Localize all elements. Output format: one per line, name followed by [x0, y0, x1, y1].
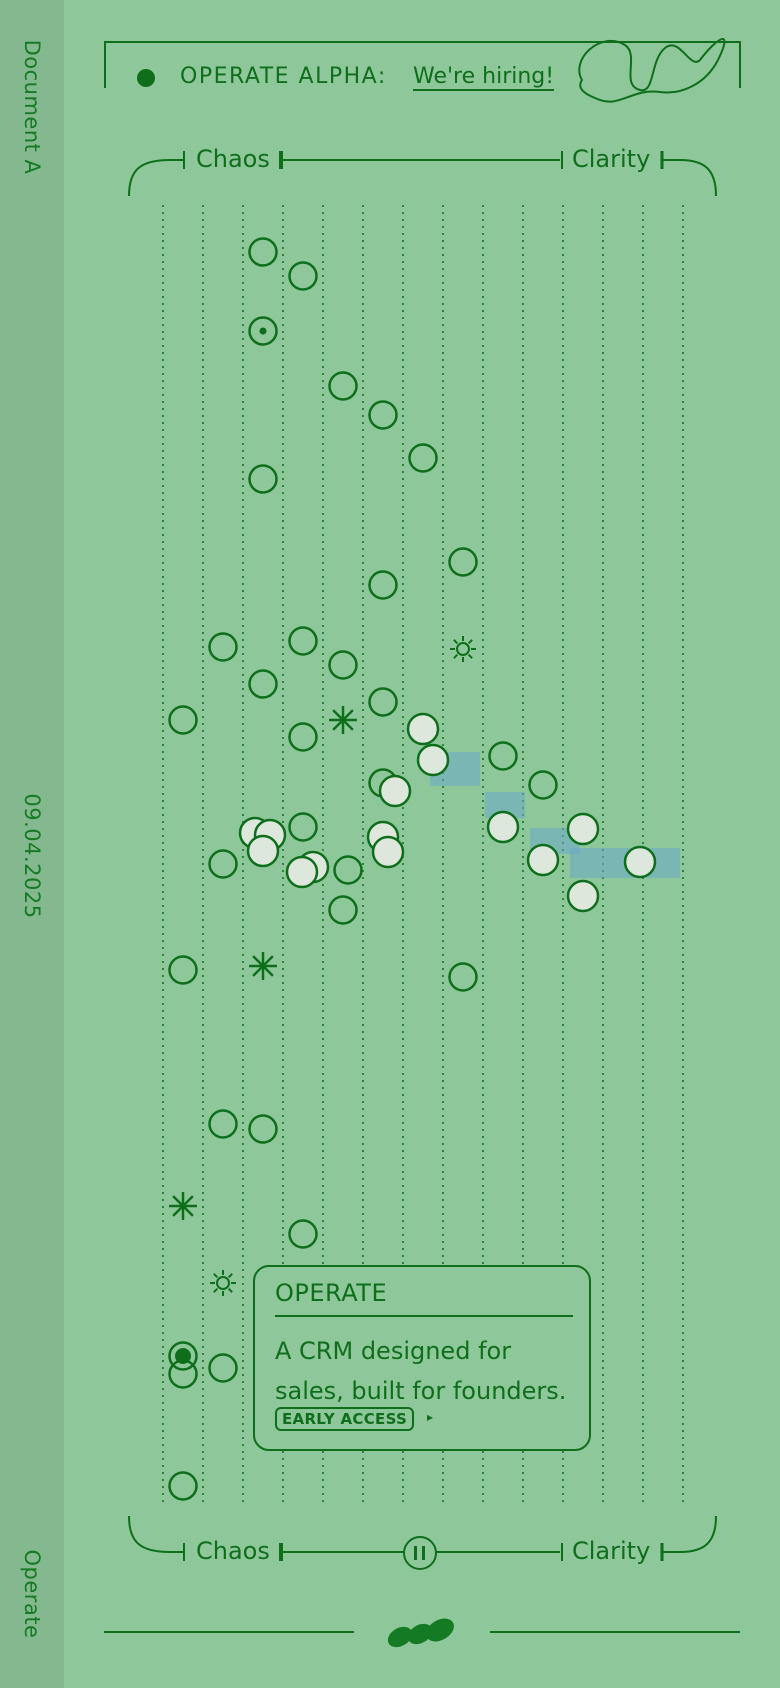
- marker-circle: [486, 810, 520, 844]
- status-dot: [137, 69, 155, 87]
- asterisk-icon: [249, 952, 277, 980]
- marker-circle: [288, 722, 318, 752]
- bottom-chaos-label: Chaos: [192, 1537, 274, 1565]
- card-title: OPERATE: [275, 1279, 573, 1317]
- pause-icon-bar: [422, 1546, 425, 1560]
- footer-logo-icon: [387, 1618, 454, 1648]
- card-description: A CRM designed for sales, built for foun…: [275, 1337, 567, 1405]
- marker-circle: [168, 1471, 198, 1501]
- marker-circle: [288, 261, 318, 291]
- top-clarity-label: Clarity: [568, 145, 655, 173]
- early-access-button[interactable]: EARLY ACCESS: [275, 1407, 415, 1431]
- marker-circle: [248, 1114, 278, 1144]
- marker-circle: [248, 237, 278, 267]
- marker-circle: [408, 443, 438, 473]
- marker-circle: [566, 879, 600, 913]
- pause-icon: [414, 1546, 417, 1560]
- marker-circle: [208, 632, 238, 662]
- marker-circle: [168, 1359, 198, 1389]
- marker-circle: [248, 316, 278, 346]
- marker-circle: [246, 834, 280, 868]
- marker-circle: [328, 650, 358, 680]
- announcement-text: OPERATE ALPHA:: [180, 64, 387, 89]
- bottom-clarity-label: Clarity: [568, 1537, 655, 1565]
- marker-circle: [488, 741, 518, 771]
- marker-circle: [248, 464, 278, 494]
- marker-circle: [328, 895, 358, 925]
- marker-circle: [526, 843, 560, 877]
- marker-circle: [368, 400, 398, 430]
- chevron-right-icon[interactable]: ▸: [427, 1410, 433, 1424]
- pause-button[interactable]: [403, 1536, 437, 1570]
- marker-circle: [333, 855, 363, 885]
- marker-circle: [288, 1219, 318, 1249]
- marker-circle: [448, 547, 478, 577]
- product-card: OPERATE A CRM designed for sales, built …: [253, 1265, 591, 1451]
- top-chaos-label: Chaos: [192, 145, 274, 173]
- asterisk-icon: [169, 1192, 197, 1220]
- marker-circle: [368, 687, 398, 717]
- marker-circle: [328, 371, 358, 401]
- marker-circle: [208, 1109, 238, 1139]
- hiring-link[interactable]: We're hiring!: [413, 64, 554, 89]
- marker-circle: [448, 962, 478, 992]
- marker-circle: [168, 705, 198, 735]
- marker-circle: [285, 855, 319, 889]
- marker-circle: [208, 1353, 238, 1383]
- marker-circle: [566, 812, 600, 846]
- logo-squiggle-icon: [578, 38, 726, 103]
- sun-icon: [210, 1270, 236, 1296]
- marker-circle: [623, 845, 657, 879]
- marker-circle: [168, 955, 198, 985]
- marker-circle: [208, 849, 238, 879]
- marker-circle: [288, 812, 318, 842]
- marker-circle: [406, 712, 440, 746]
- marker-circle: [416, 743, 450, 777]
- marker-circle: [248, 669, 278, 699]
- marker-circle: [368, 570, 398, 600]
- marker-circle: [378, 774, 412, 808]
- asterisk-icon: [329, 706, 357, 734]
- marker-circle: [371, 835, 405, 869]
- marker-circle: [528, 770, 558, 800]
- marker-circle: [288, 626, 318, 656]
- sun-icon: [450, 636, 476, 662]
